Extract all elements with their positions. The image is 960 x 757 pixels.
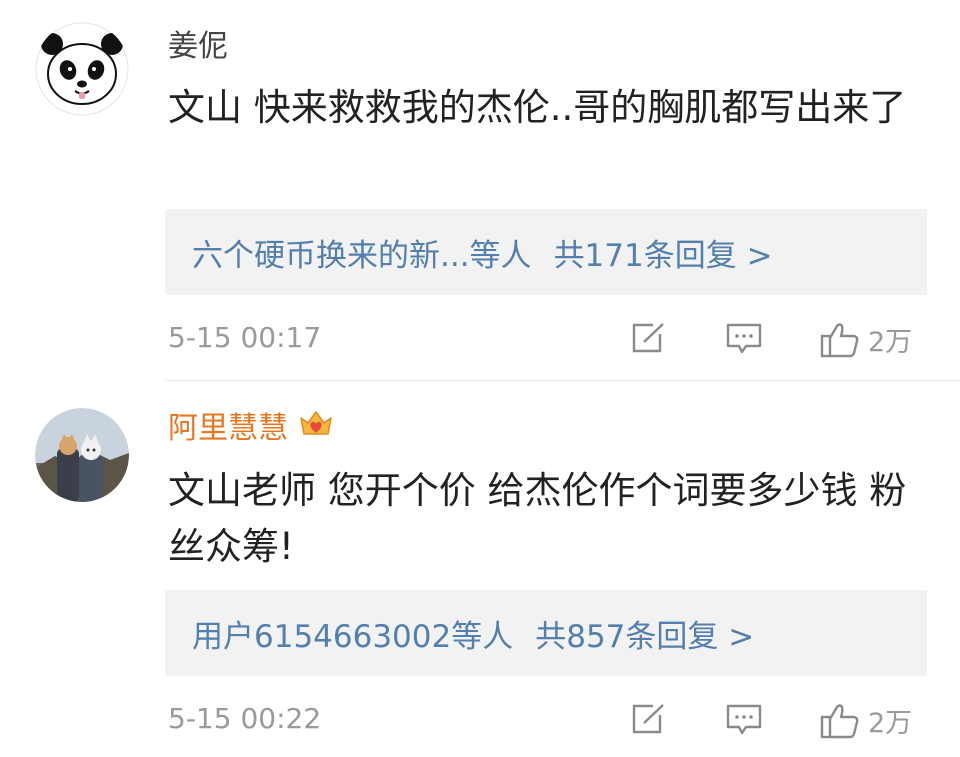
like-button[interactable]: 2万	[820, 703, 912, 739]
repost-button[interactable]	[631, 703, 667, 739]
panda-avatar-icon	[35, 22, 129, 116]
comment-text: 文山 快来救救我的杰伦..哥的胸肌都写出来了	[168, 86, 907, 129]
username-row: 阿里慧慧	[168, 408, 334, 449]
comment-button[interactable]	[725, 703, 763, 741]
username[interactable]: 姜伲	[168, 27, 228, 67]
comment-meta: 5-15 00:22 2万	[0, 699, 960, 739]
timestamp: 5-15 00:22	[168, 702, 322, 735]
reply-count-link[interactable]: 共857条回复 >	[535, 611, 754, 656]
reply-users[interactable]: 用户6154663002等人	[192, 611, 513, 656]
avatar[interactable]	[35, 22, 129, 116]
timestamp: 5-15 00:17	[168, 321, 322, 354]
comment-item: 阿里慧慧 文山老师 您开个价 给杰伦作个词要多少钱 粉丝众筹! 用户615466…	[0, 381, 960, 757]
like-icon	[820, 323, 859, 358]
like-button[interactable]: 2万	[820, 322, 912, 358]
avatar[interactable]	[35, 408, 129, 502]
comment-button[interactable]	[725, 322, 763, 360]
like-count: 2万	[868, 327, 913, 358]
comment-text: 文山老师 您开个价 给杰伦作个词要多少钱 粉丝众筹!	[168, 469, 907, 568]
comment-meta: 5-15 00:17 2万	[0, 318, 960, 358]
reply-summary-box[interactable]: 用户6154663002等人 共857条回复 >	[165, 590, 927, 676]
comment-icon	[726, 323, 762, 354]
user-photo-avatar-icon	[35, 408, 129, 502]
reply-count-link[interactable]: 共171条回复 >	[554, 230, 773, 275]
comment-item: 姜伲 文山 快来救救我的杰伦..哥的胸肌都写出来了 六个硬币换来的新...等人 …	[0, 0, 960, 380]
reply-users[interactable]: 六个硬币换来的新...等人	[192, 230, 532, 275]
username[interactable]: 阿里慧慧	[168, 409, 288, 449]
like-icon	[820, 704, 859, 739]
reply-summary-box[interactable]: 六个硬币换来的新...等人 共171条回复 >	[165, 209, 927, 295]
comment-icon	[726, 704, 762, 735]
repost-icon	[632, 323, 664, 353]
repost-icon	[632, 704, 664, 734]
like-count: 2万	[868, 708, 913, 739]
repost-button[interactable]	[631, 322, 667, 358]
crown-vip-icon[interactable]	[298, 408, 334, 449]
